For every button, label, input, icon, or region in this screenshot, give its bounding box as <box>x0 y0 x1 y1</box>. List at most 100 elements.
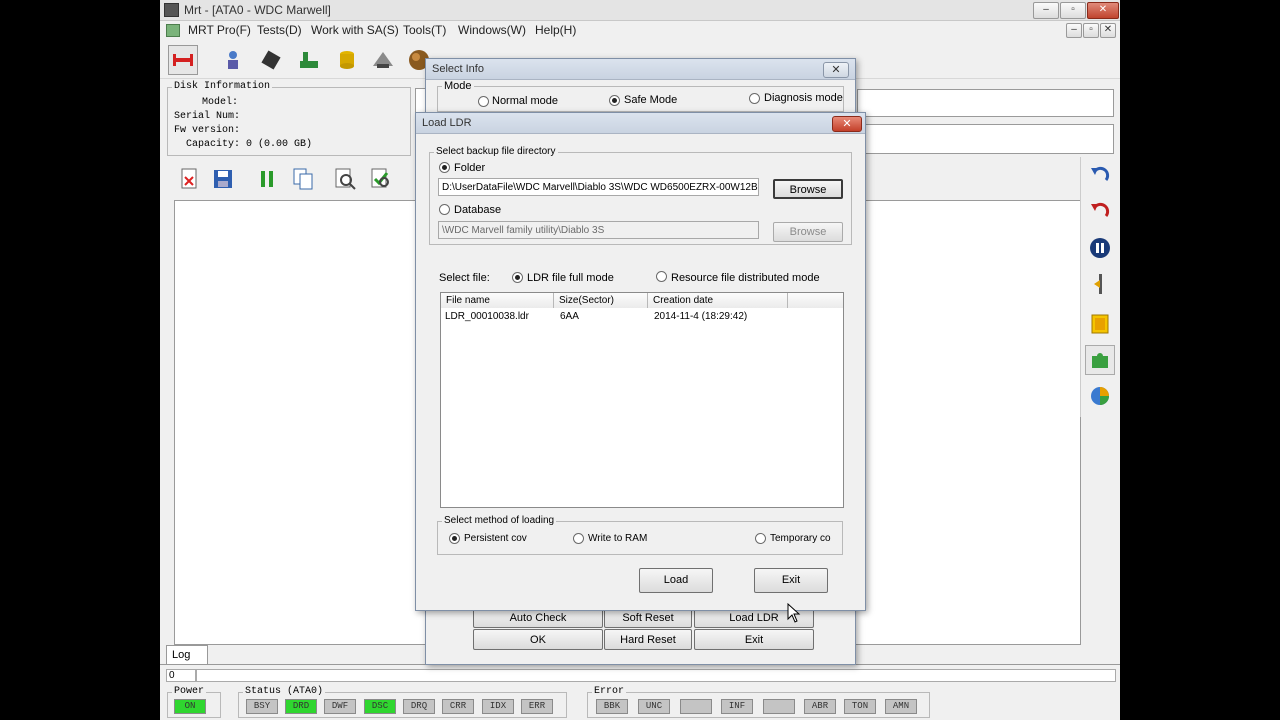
ldr-full-mode-radio[interactable] <box>512 272 523 283</box>
right-field-1 <box>857 89 1114 117</box>
diagnosis-mode-radio[interactable] <box>749 93 760 104</box>
resource-distributed-radio[interactable] <box>656 271 667 282</box>
select-info-close-icon[interactable]: ✕ <box>823 62 849 78</box>
hdd-tool-icon[interactable] <box>368 45 398 75</box>
row-date: 2014-11-4 (18:29:42) <box>654 311 748 322</box>
browse-database-button[interactable]: Browse <box>773 222 843 242</box>
folder-radio[interactable] <box>439 162 450 173</box>
load-button[interactable]: Load <box>639 568 713 593</box>
pause-icon[interactable] <box>252 164 282 194</box>
temporary-radio[interactable] <box>755 533 766 544</box>
load-ldr-dialog: Load LDR ✕ Select backup file directory … <box>415 112 866 611</box>
database-path-input[interactable]: \WDC Marvell family utility\Diablo 3S <box>438 221 759 239</box>
undo-red-icon[interactable] <box>1085 197 1115 227</box>
search-doc-icon[interactable] <box>330 164 360 194</box>
error-abr: ABR <box>804 699 836 714</box>
cursor-tool-icon[interactable] <box>1085 269 1115 299</box>
ldr-full-mode-label: LDR file full mode <box>527 272 614 284</box>
right-toolbar <box>1080 157 1119 417</box>
minimize-button[interactable]: – <box>1033 2 1059 19</box>
disk-chart-icon[interactable] <box>1085 381 1115 411</box>
status-crr: CRR <box>442 699 474 714</box>
board-icon[interactable] <box>294 45 324 75</box>
copy-icon[interactable] <box>288 164 318 194</box>
write-to-ram-radio[interactable] <box>573 533 584 544</box>
status-err: ERR <box>521 699 553 714</box>
select-file-label: Select file: <box>439 272 490 284</box>
status-drq: DRQ <box>403 699 435 714</box>
folder-path-input[interactable]: D:\UserDataFile\WDC Marvell\Diablo 3S\WD… <box>438 178 759 196</box>
folder-label: Folder <box>454 162 486 174</box>
tab-log[interactable]: Log <box>166 645 208 664</box>
power-indicator: ON <box>174 699 206 714</box>
undo-blue-icon[interactable] <box>1085 161 1115 191</box>
menu-windows[interactable]: Windows(W) <box>458 23 526 37</box>
menu-bar: MRT Pro(F) Tests(D) Work with SA(S) Tool… <box>160 21 1120 39</box>
persistent-radio[interactable] <box>449 533 460 544</box>
search-check-icon[interactable] <box>366 164 396 194</box>
child-close-button[interactable]: ✕ <box>1100 23 1116 38</box>
menu-tools[interactable]: Tools(T) <box>403 23 446 37</box>
select-info-titlebar: Select Info ✕ <box>426 59 855 80</box>
status-bsy: BSY <box>246 699 278 714</box>
chip-icon[interactable] <box>256 45 286 75</box>
menu-mrt-pro[interactable]: MRT Pro(F) <box>188 23 251 37</box>
title-bar: Mrt - [ATA0 - WDC Marwell] – ▫ ✕ <box>160 0 1120 21</box>
child-restore-button[interactable]: ▫ <box>1083 23 1099 38</box>
file-list-table: File name Size(Sector) Creation date LDR… <box>440 292 844 508</box>
diagnosis-mode-label: Diagnosis mode <box>764 92 843 104</box>
menu-tests[interactable]: Tests(D) <box>257 23 302 37</box>
exit-bracket-icon[interactable] <box>168 45 198 75</box>
database-icon[interactable] <box>332 45 362 75</box>
normal-mode-radio[interactable] <box>478 96 489 107</box>
status-idx: IDX <box>482 699 514 714</box>
module-icon[interactable] <box>1085 309 1115 339</box>
database-label: Database <box>454 204 502 216</box>
error-title: Error <box>592 686 627 697</box>
select-info-title: Select Info <box>432 63 484 75</box>
ok-button[interactable]: OK <box>473 629 603 650</box>
hard-reset-button[interactable]: Hard Reset <box>604 629 692 650</box>
extra-header <box>788 293 843 308</box>
file-name-header[interactable]: File name <box>441 293 554 308</box>
size-sector-header[interactable]: Size(Sector) <box>554 293 648 308</box>
browse-folder-button[interactable]: Browse <box>773 179 843 199</box>
error-inf: INF <box>721 699 753 714</box>
save-icon[interactable] <box>208 164 238 194</box>
pause-circle-icon[interactable] <box>1085 233 1115 263</box>
power-title: Power <box>172 686 207 697</box>
resource-distributed-label: Resource file distributed mode <box>671 272 820 284</box>
error-unc: UNC <box>638 699 670 714</box>
creation-date-header[interactable]: Creation date <box>648 293 788 308</box>
exit-button[interactable]: Exit <box>694 629 814 650</box>
delete-file-icon[interactable] <box>174 164 204 194</box>
child-minimize-button[interactable]: – <box>1066 23 1082 38</box>
loading-method-label: Select method of loading <box>442 515 557 526</box>
status-dwf: DWF <box>324 699 356 714</box>
close-button[interactable]: ✕ <box>1087 2 1119 19</box>
error-ton: TON <box>844 699 876 714</box>
puzzle-icon[interactable] <box>1085 345 1115 375</box>
capacity-label: Capacity: 0 (0.00 GB) <box>186 139 313 150</box>
wizard-icon[interactable] <box>218 45 248 75</box>
menu-help[interactable]: Help(H) <box>535 23 576 37</box>
row-size: 6AA <box>560 311 579 322</box>
maximize-button[interactable]: ▫ <box>1060 2 1086 19</box>
mouse-cursor-icon <box>787 603 801 623</box>
status-dsc: DSC <box>364 699 396 714</box>
database-radio[interactable] <box>439 204 450 215</box>
error-amn: AMN <box>885 699 917 714</box>
status-title: Status (ATA0) <box>243 686 326 697</box>
disk-information-group: Disk Information Model: Serial Num: Fw v… <box>167 81 411 156</box>
safe-mode-radio[interactable] <box>609 95 620 106</box>
menu-work-with-sa[interactable]: Work with SA(S) <box>311 23 399 37</box>
temporary-label: Temporary co <box>770 533 831 544</box>
load-ldr-exit-button[interactable]: Exit <box>754 568 828 593</box>
table-row[interactable]: LDR_00010038.ldr 6AA 2014-11-4 (18:29:42… <box>441 309 843 325</box>
right-field-2 <box>857 124 1114 154</box>
load-ldr-close-icon[interactable]: ✕ <box>832 116 862 132</box>
persistent-label: Persistent cov <box>464 533 527 544</box>
status-drd: DRD <box>285 699 317 714</box>
disk-information-title: Disk Information <box>172 81 273 92</box>
safe-mode-label: Safe Mode <box>624 94 678 106</box>
